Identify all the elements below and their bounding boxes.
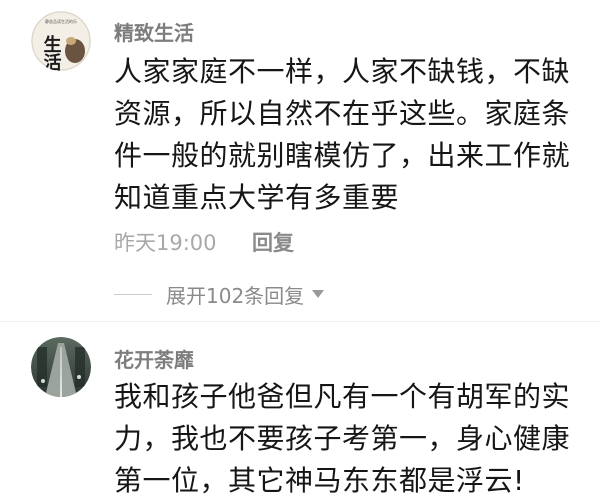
avatar-text: 生活 [41,34,62,71]
expand-divider [114,293,152,295]
comment-text: 我和孩子他爸但凡有一个有胡军的实力，我也不要孩子考第一，身心健康第一位，其它神马… [114,380,571,497]
comment-text: 人家家庭不一样，人家不缺钱，不缺资源，所以自然不在乎这些。家庭条件一般的就别瞎模… [114,55,571,214]
avatar[interactable]: 静坐品读生活的乐 生活 [31,11,91,71]
avatar[interactable] [31,337,91,397]
comment-item: 静坐品读生活的乐 生活 精致生活 人家家庭不一样，人家不缺钱，不缺资源，所以自然… [0,0,600,320]
avatar-small-text: 静坐品读生活的乐 [45,18,77,24]
username[interactable]: 花开荼靡 [114,344,194,373]
road-photo-icon [31,337,91,397]
reply-button[interactable]: 回复 [252,227,294,257]
comment-time: 昨天19:00 [114,231,217,255]
expand-replies-label: 展开102条回复 [166,283,305,308]
username[interactable]: 精致生活 [114,17,194,46]
expand-replies-button[interactable]: 展开102条回复 [114,279,325,309]
comment-item: 花开荼靡 我和孩子他爸但凡有一个有胡军的实力，我也不要孩子考第一，身心健康第一位… [0,322,600,497]
chevron-down-icon [312,290,325,298]
avatar-image: 静坐品读生活的乐 生活 [31,11,91,71]
